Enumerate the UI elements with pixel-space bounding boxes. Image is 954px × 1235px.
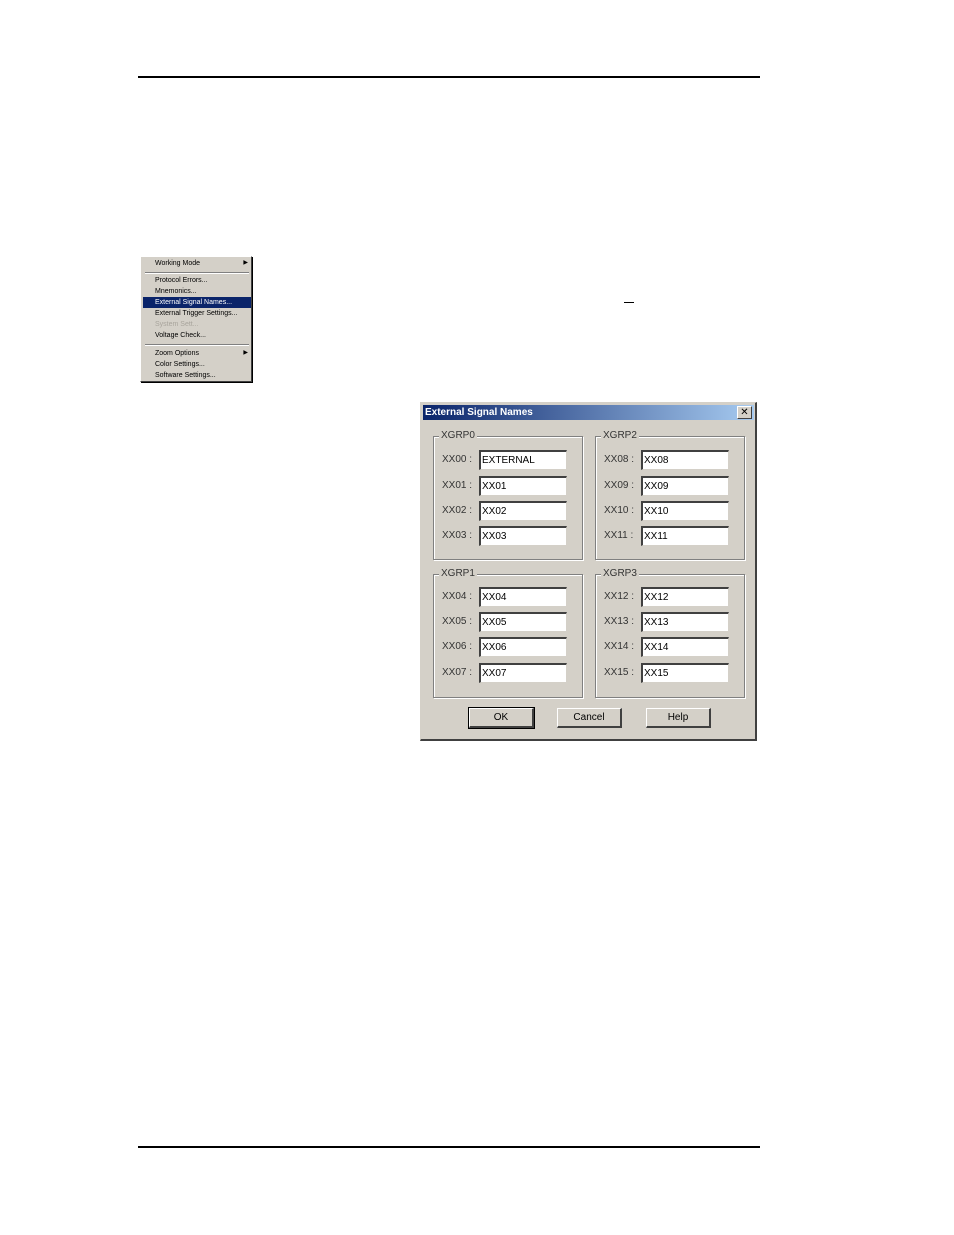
signal-name-input-xx03[interactable]: [479, 526, 567, 546]
menu-item-label: External Signal Names...: [155, 299, 233, 306]
field-label: XX13 :: [604, 616, 635, 627]
menu-item-protocol-errors[interactable]: Protocol Errors...: [143, 275, 251, 286]
signal-name-input-xx04[interactable]: [479, 587, 567, 607]
menu-item-external-signal-names[interactable]: External Signal Names...: [143, 297, 251, 308]
menu-item-color-settings[interactable]: Color Settings...: [143, 359, 251, 370]
menu-item-working-mode[interactable]: Working Mode ▶: [143, 258, 251, 269]
menu-item-label: Mnemonics...: [155, 288, 197, 295]
tools-context-menu: Working Mode ▶ Protocol Errors... Mnemoni…: [140, 256, 252, 382]
menu-item-mnemonics[interactable]: Mnemonics...: [143, 286, 251, 297]
menu-item-label: Protocol Errors...: [155, 277, 208, 284]
field-label: XX07 :: [442, 667, 473, 678]
header-rule: [138, 76, 760, 78]
footer-rule: [138, 1146, 760, 1148]
field-label: XX02 :: [442, 505, 473, 516]
field-label: XX00 :: [442, 454, 473, 465]
field-label: XX10 :: [604, 505, 635, 516]
field-label: XX12 :: [604, 591, 635, 602]
field-label: XX15 :: [604, 667, 635, 678]
group-label: XGRP1: [439, 568, 477, 580]
menu-item-label: External Trigger Settings...: [155, 310, 238, 317]
group-xgrp3: XGRP3 XX12 : XX13 : XX14 : XX15 :: [595, 568, 745, 698]
submenu-arrow-icon: ▶: [243, 260, 248, 266]
signal-name-input-xx14[interactable]: [641, 637, 729, 657]
menu-item-zoom-options[interactable]: Zoom Options ▶: [143, 348, 251, 359]
field-label: XX05 :: [442, 616, 473, 627]
help-button[interactable]: Help: [646, 708, 711, 728]
field-label: XX04 :: [442, 591, 473, 602]
menu-item-label: Zoom Options: [155, 350, 199, 357]
ok-button[interactable]: OK: [468, 707, 535, 729]
menu-separator: [145, 344, 249, 346]
cancel-button[interactable]: Cancel: [557, 708, 622, 728]
signal-name-input-xx13[interactable]: [641, 612, 729, 632]
group-label: XGRP0: [439, 430, 477, 442]
signal-name-input-xx11[interactable]: [641, 526, 729, 546]
signal-name-input-xx02[interactable]: [479, 501, 567, 521]
menu-item-software-settings[interactable]: Software Settings...: [143, 370, 251, 381]
group-label: XGRP3: [601, 568, 639, 580]
signal-name-input-xx00[interactable]: [479, 450, 567, 470]
menu-item-label: Voltage Check...: [155, 332, 206, 339]
signal-name-input-xx06[interactable]: [479, 637, 567, 657]
group-xgrp2: XGRP2 XX08 : XX09 : XX10 : XX11 :: [595, 430, 745, 560]
submenu-arrow-icon: ▶: [243, 350, 248, 356]
menu-item-system-settings: System Sett...: [143, 319, 251, 330]
field-label: XX09 :: [604, 480, 635, 491]
group-label: XGRP2: [601, 430, 639, 442]
signal-name-input-xx12[interactable]: [641, 587, 729, 607]
signal-name-input-xx09[interactable]: [641, 476, 729, 496]
dialog-title: External Signal Names: [425, 407, 533, 418]
field-label: XX03 :: [442, 530, 473, 541]
field-label: XX11 :: [604, 530, 634, 541]
menu-item-label: Software Settings...: [155, 372, 216, 379]
menu-item-external-trigger-settings[interactable]: External Trigger Settings...: [143, 308, 251, 319]
signal-name-input-xx05[interactable]: [479, 612, 567, 632]
field-label: XX08 :: [604, 454, 635, 465]
external-signal-names-dialog: External Signal Names ✕ XGRP0 XX00 : XX0…: [420, 402, 757, 741]
signal-name-input-xx01[interactable]: [479, 476, 567, 496]
menu-separator: [145, 272, 249, 274]
signal-name-input-xx08[interactable]: [641, 450, 729, 470]
field-label: XX01 :: [442, 480, 473, 491]
field-label: XX14 :: [604, 641, 635, 652]
menu-item-label: Working Mode: [155, 260, 201, 267]
signal-name-input-xx15[interactable]: [641, 663, 729, 683]
close-icon[interactable]: ✕: [737, 406, 752, 419]
text-underscore-mark: [624, 302, 634, 303]
signal-name-input-xx10[interactable]: [641, 501, 729, 521]
menu-item-label: System Sett...: [155, 321, 199, 328]
menu-item-voltage-check[interactable]: Voltage Check...: [143, 330, 251, 341]
group-xgrp1: XGRP1 XX04 : XX05 : XX06 : XX07 :: [433, 568, 583, 698]
field-label: XX06 :: [442, 641, 473, 652]
menu-item-label: Color Settings...: [155, 361, 205, 368]
signal-name-input-xx07[interactable]: [479, 663, 567, 683]
group-xgrp0: XGRP0 XX00 : XX01 : XX02 : XX03 :: [433, 430, 583, 560]
dialog-titlebar[interactable]: External Signal Names ✕: [423, 405, 754, 420]
